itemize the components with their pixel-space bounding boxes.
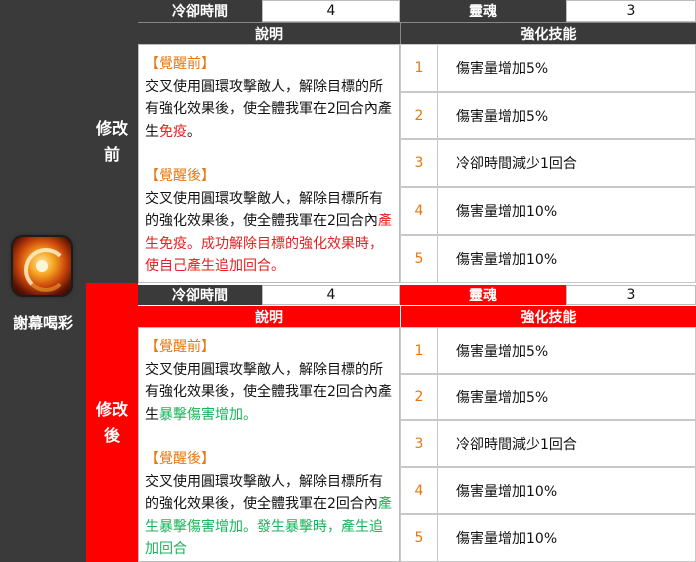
soul-label: 靈魂 bbox=[400, 0, 566, 22]
enhancement-level: 3 bbox=[414, 435, 424, 452]
soul-label: 靈魂 bbox=[400, 285, 566, 305]
awaken-before-end: 。 bbox=[243, 406, 257, 423]
description-body: 【覺醒前】 交叉使用圓環攻擊敵人，解除目標的所有強化效果後，使全體我軍在2回合內… bbox=[138, 327, 400, 562]
enhancement-level: 1 bbox=[414, 60, 424, 76]
cooldown-label: 冷卻時間 bbox=[138, 0, 262, 22]
soul-value: 3 bbox=[566, 285, 696, 305]
description-body: 【覺醒前】 交叉使用圓環攻擊敵人，解除目標的所有強化效果後，使全體我軍在2回合內… bbox=[138, 44, 400, 283]
enhancement-level: 4 bbox=[414, 203, 424, 219]
enhancement-level: 2 bbox=[414, 107, 424, 124]
enhancement-header: 強化技能 bbox=[400, 22, 696, 44]
enhancement-level: 3 bbox=[414, 155, 424, 171]
enhancement-text: 冷卻時間減少1回合 bbox=[456, 156, 577, 172]
awaken-after-text: 交叉使用圓環攻擊敵人，解除目標所有的強化效果後，使全體我軍在2回合內 bbox=[145, 473, 383, 513]
enhancement-text: 傷害量增加5% bbox=[456, 108, 549, 125]
enhancement-row: 3 冷卻時間減少1回合 bbox=[400, 420, 696, 467]
enhancement-level: 2 bbox=[414, 389, 424, 405]
description-header: 說明 bbox=[138, 305, 400, 327]
enhancement-text: 傷害量增加10% bbox=[456, 204, 558, 220]
awaken-after-tag: 【覺醒後】 bbox=[145, 168, 215, 184]
enhancement-text: 冷卻時間減少1回合 bbox=[456, 436, 577, 453]
enhancement-text: 傷害量增加5% bbox=[456, 390, 549, 406]
enhancement-level: 5 bbox=[414, 530, 424, 546]
skill-change-table: 謝幕喝彩 修改前 冷卻時間 4 靈魂 3 說明 強化技能 【覺醒前】 交叉使用圓… bbox=[0, 0, 696, 562]
awaken-after-tag: 【覺醒後】 bbox=[145, 451, 215, 467]
enhancement-text: 傷害量增加10% bbox=[456, 252, 558, 268]
enhancement-row: 2 傷害量增加5% bbox=[400, 92, 696, 139]
enhancement-row: 1 傷害量增加5% bbox=[400, 44, 696, 92]
cooldown-value: 4 bbox=[262, 285, 400, 305]
awaken-before-highlight: 免疫 bbox=[159, 123, 187, 140]
section-label-after: 修改後 bbox=[86, 283, 138, 562]
awaken-before-tag: 【覺醒前】 bbox=[145, 56, 215, 72]
awaken-before-tag: 【覺醒前】 bbox=[145, 339, 215, 355]
cooldown-label: 冷卻時間 bbox=[138, 285, 262, 305]
enhancement-text: 傷害量增加10% bbox=[456, 531, 558, 547]
awaken-before-highlight: 暴擊傷害增加 bbox=[159, 406, 243, 423]
enhancement-row: 5 傷害量增加10% bbox=[400, 235, 696, 283]
awaken-after-text: 交叉使用圓環攻擊敵人，解除目標所有的強化效果後，使全體我軍在2回合內 bbox=[145, 190, 383, 230]
enhancement-row: 2 傷害量增加5% bbox=[400, 374, 696, 420]
soul-value: 3 bbox=[566, 0, 696, 22]
cooldown-value: 4 bbox=[262, 0, 400, 22]
enhancement-header: 強化技能 bbox=[400, 305, 696, 327]
fire-swirl-icon bbox=[13, 237, 71, 295]
enhancement-row: 4 傷害量增加10% bbox=[400, 187, 696, 235]
enhancement-row: 1 傷害量增加5% bbox=[400, 327, 696, 374]
enhancement-text: 傷害量增加10% bbox=[456, 483, 558, 500]
description-header: 說明 bbox=[138, 22, 400, 44]
awaken-before-end: 。 bbox=[187, 123, 201, 140]
enhancement-row: 3 冷卻時間減少1回合 bbox=[400, 139, 696, 187]
enhancement-text: 傷害量增加5% bbox=[456, 343, 549, 360]
enhancement-level: 4 bbox=[414, 482, 424, 499]
enhancement-level: 5 bbox=[414, 251, 424, 267]
enhancement-text: 傷害量增加5% bbox=[456, 61, 549, 77]
enhancement-level: 1 bbox=[414, 342, 424, 359]
section-label-before: 修改前 bbox=[86, 0, 138, 283]
skill-name: 謝幕喝彩 bbox=[12, 314, 73, 332]
enhancement-row: 4 傷害量增加10% bbox=[400, 467, 696, 514]
enhancement-row: 5 傷害量增加10% bbox=[400, 514, 696, 562]
